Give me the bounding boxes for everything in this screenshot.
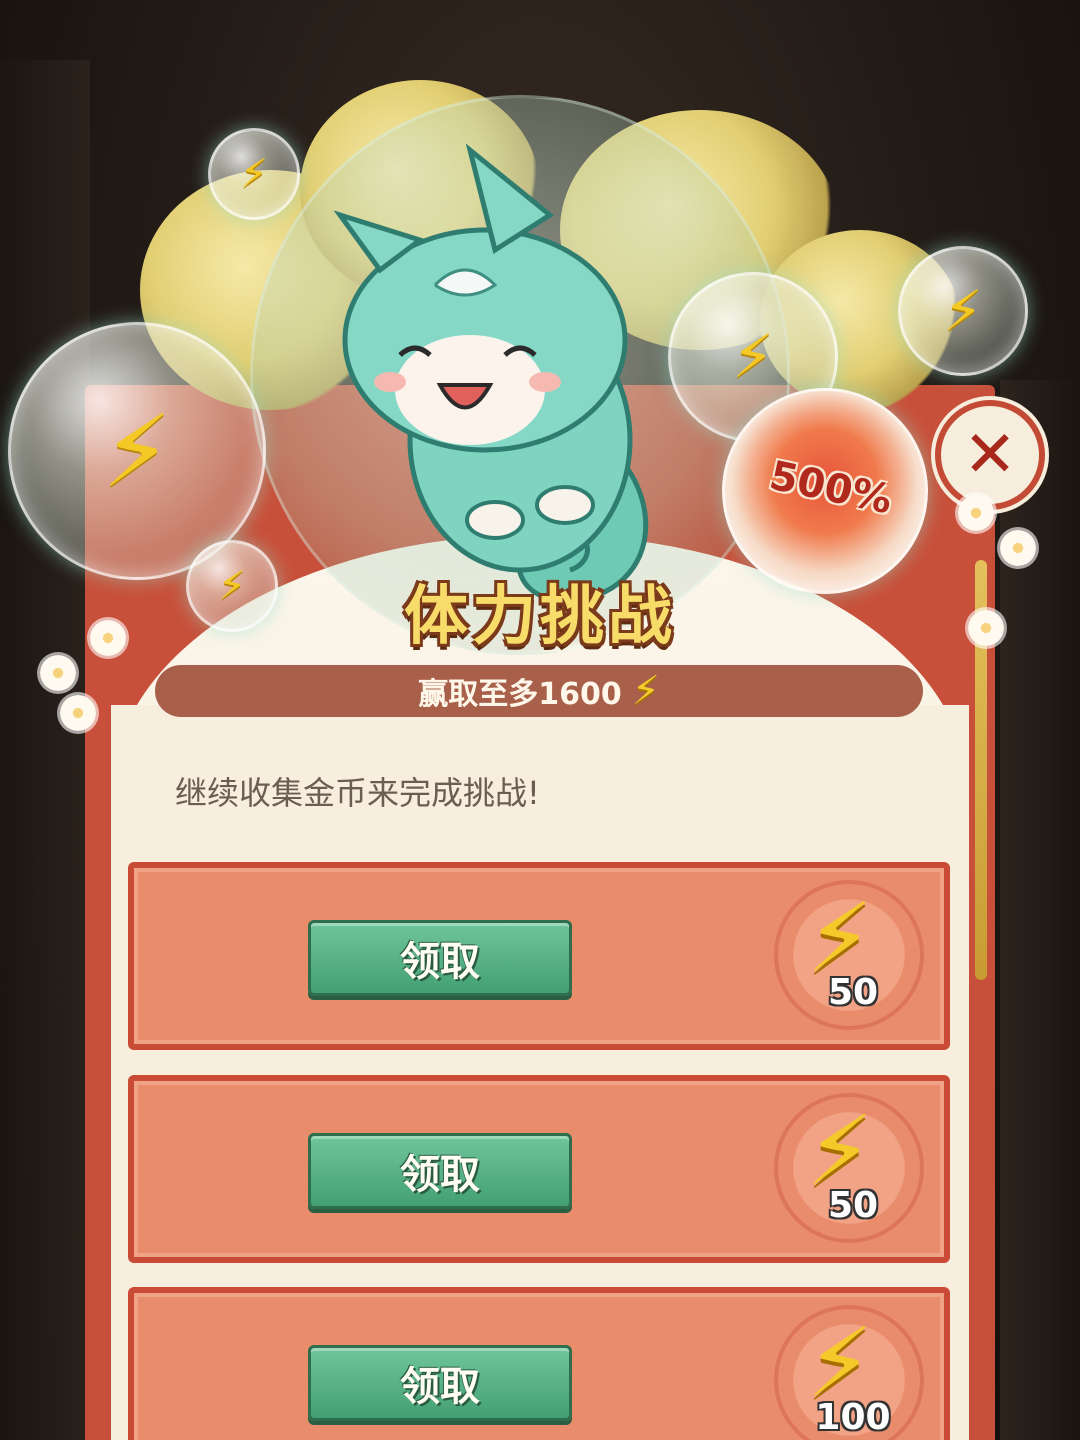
reward-amount: 100 xyxy=(815,1397,891,1438)
close-button[interactable]: ✕ xyxy=(935,400,1045,510)
blossom-decoration xyxy=(40,655,76,691)
claim-button-label: 领取 xyxy=(400,939,480,985)
reward-badge: ⚡ 100 xyxy=(774,1305,924,1440)
win-label: 赢取至多1600 xyxy=(418,677,622,712)
close-icon: ✕ xyxy=(963,418,1017,492)
win-banner: 赢取至多1600 ⚡ xyxy=(155,665,923,717)
lightning-icon: ⚡ xyxy=(101,392,173,510)
lightning-icon: ⚡ xyxy=(943,278,983,344)
challenge-description: 继续收集金币来完成挑战! xyxy=(175,774,540,812)
blossom-decoration xyxy=(1000,530,1036,566)
bonus-bubble[interactable]: 500% xyxy=(722,388,928,594)
reward-badge: ⚡ 50 xyxy=(774,880,924,1030)
claim-button[interactable]: 领取 xyxy=(308,920,572,996)
lightning-icon: ⚡ xyxy=(631,668,660,714)
reward-amount: 50 xyxy=(827,1185,879,1226)
lightning-icon: ⚡ xyxy=(239,151,269,197)
reward-amount: 50 xyxy=(827,972,879,1013)
cat-mascot xyxy=(333,143,649,604)
energy-bubble[interactable]: ⚡ xyxy=(208,128,300,220)
reward-row: 领取 ⚡ 100 xyxy=(128,1287,950,1440)
claim-button-label: 领取 xyxy=(400,1152,480,1198)
claim-button[interactable]: 领取 xyxy=(308,1133,572,1209)
claim-button[interactable]: 领取 xyxy=(308,1345,572,1421)
lightning-icon: ⚡ xyxy=(731,322,775,392)
bonus-percent: 500% xyxy=(765,452,897,524)
background-left xyxy=(0,60,90,1440)
blossom-decoration xyxy=(60,695,96,731)
energy-bubble[interactable]: ⚡ xyxy=(898,246,1028,376)
reward-badge: ⚡ 50 xyxy=(774,1093,924,1243)
blossom-decoration xyxy=(958,495,994,531)
popup-title: 体力挑战 xyxy=(404,580,676,654)
reward-row: 领取 ⚡ 50 xyxy=(128,862,950,1050)
reward-row: 领取 ⚡ 50 xyxy=(128,1075,950,1263)
claim-button-label: 领取 xyxy=(400,1364,480,1410)
